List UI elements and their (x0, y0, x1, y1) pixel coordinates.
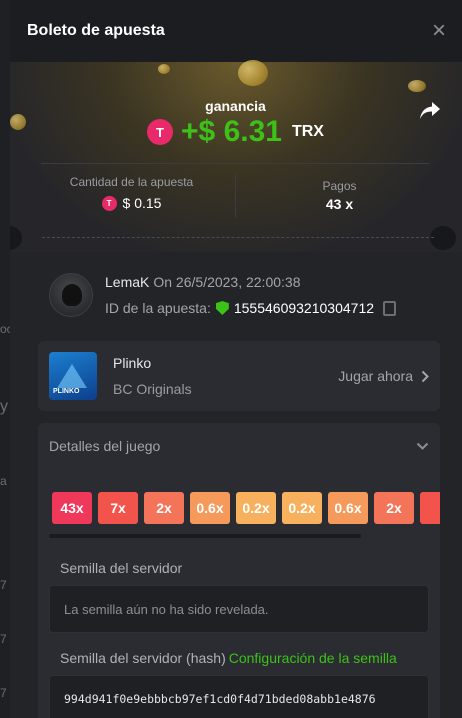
bet-amount-label: Cantidad de la apuesta (69, 175, 194, 189)
multiplier-cell (420, 492, 440, 524)
modal-title: Boleto de apuesta (27, 22, 165, 39)
backdrop-text: a (0, 474, 7, 488)
multiplier-strip[interactable]: 43x 7x 2x 0.6x 0.2x 0.2x 0.6x 2x (52, 492, 440, 524)
win-amount-row: T +$ 6.31 TRX (28, 115, 443, 149)
copy-icon[interactable] (383, 300, 397, 316)
coin-decoration (158, 64, 170, 74)
game-name: Plinko (113, 355, 152, 371)
win-label: ganancia (205, 98, 266, 114)
play-now-button[interactable]: Jugar ahora (338, 368, 429, 384)
bet-time: On 26/5/2023, 22:00:38 (153, 274, 301, 290)
ticket-dashed-divider (42, 237, 434, 238)
trx-coin-icon: T (101, 195, 117, 211)
win-currency: TRX (291, 123, 324, 140)
plinko-pyramid-icon (57, 364, 87, 388)
server-seed-label: Semilla del servidor (60, 560, 183, 576)
payout-value: 43 x (325, 196, 354, 212)
plinko-logo-text: PLINKO (53, 388, 80, 395)
game-provider: BC Originals (113, 381, 192, 397)
backdrop-text: 7 (0, 578, 7, 592)
backdrop-text: y (0, 398, 8, 415)
server-hash-field[interactable]: 994d941f0e9ebbbcb97ef1cd0f4d71bded08abb1… (49, 675, 429, 718)
seed-config-link[interactable]: Configuración de la semilla (229, 650, 397, 666)
backdrop-text: oc (0, 322, 13, 336)
chevron-right-icon (421, 370, 429, 382)
game-row[interactable]: PLINKO Plinko BC Originals Jugar ahora (38, 341, 440, 411)
game-details-title: Detalles del juego (49, 438, 161, 454)
payout-value-row: 43 x (236, 196, 443, 212)
bet-stats: Cantidad de la apuesta T $ 0.15 Pagos 43… (28, 173, 443, 217)
multiplier-scrollbar[interactable] (49, 534, 361, 538)
ticket-notch-right (430, 226, 456, 250)
bet-id-label: ID de la apuesta: (105, 300, 211, 316)
payout-label: Pagos (322, 179, 357, 193)
modal-header: Boleto de apuesta × (10, 0, 462, 62)
trx-coin-icon: T (147, 119, 174, 145)
multiplier-cell: 43x (52, 492, 92, 524)
chevron-down-icon (416, 442, 429, 450)
backdrop-text: 7 (0, 686, 7, 700)
close-icon[interactable]: × (432, 19, 446, 43)
bet-id-value: 155546093210304712 (233, 300, 375, 316)
multiplier-cell: 0.6x (190, 492, 230, 524)
user-lines: LemaK On 26/5/2023, 22:00:38 ID de la apu… (105, 269, 397, 321)
bet-id-row: ID de la apuesta: 155546093210304712 (105, 295, 397, 321)
plinko-thumbnail[interactable]: PLINKO (49, 352, 97, 400)
backdrop-text: 7 (0, 632, 7, 646)
verified-shield-icon (215, 301, 229, 315)
user-name[interactable]: LemaK (105, 274, 149, 290)
multiplier-cell: 0.6x (328, 492, 368, 524)
bet-amount-value-row: T $ 0.15 (28, 195, 235, 211)
bet-user-info: LemaK On 26/5/2023, 22:00:38 ID de la apu… (49, 268, 429, 322)
multiplier-cell: 0.2x (236, 492, 276, 524)
share-icon[interactable] (419, 101, 443, 125)
server-hash-label: Semilla del servidor (hash) (60, 650, 226, 666)
bet-amount-stat: Cantidad de la apuesta T $ 0.15 (28, 173, 235, 217)
win-card: ganancia T +$ 6.31 TRX Cantidad de la ap… (28, 85, 443, 255)
win-amount: +$ 6.31 (181, 115, 282, 148)
multiplier-cell: 0.2x (282, 492, 322, 524)
coin-decoration (10, 114, 26, 130)
server-seed-field: La semilla aún no ha sido revelada. (49, 585, 429, 633)
multiplier-cell: 7x (98, 492, 138, 524)
multiplier-cell: 2x (144, 492, 184, 524)
coin-decoration (238, 60, 268, 86)
divider (41, 163, 430, 164)
bet-amount-value: $ 0.15 (122, 195, 162, 211)
game-details-toggle[interactable]: Detalles del juego (38, 423, 440, 469)
payout-stat: Pagos 43 x (235, 173, 443, 217)
game-info: Plinko BC Originals (113, 350, 192, 402)
server-hash-label-row: Semilla del servidor (hash) Configuración… (60, 650, 397, 666)
multiplier-cell: 2x (374, 492, 414, 524)
play-now-label: Jugar ahora (338, 368, 413, 384)
avatar[interactable] (49, 273, 93, 317)
bet-slip-modal: Boleto de apuesta × ganancia T +$ 6.31 T… (10, 0, 462, 718)
game-details-panel: Detalles del juego 43x 7x 2x 0.6x 0.2x 0.2x 0.… (38, 423, 440, 718)
